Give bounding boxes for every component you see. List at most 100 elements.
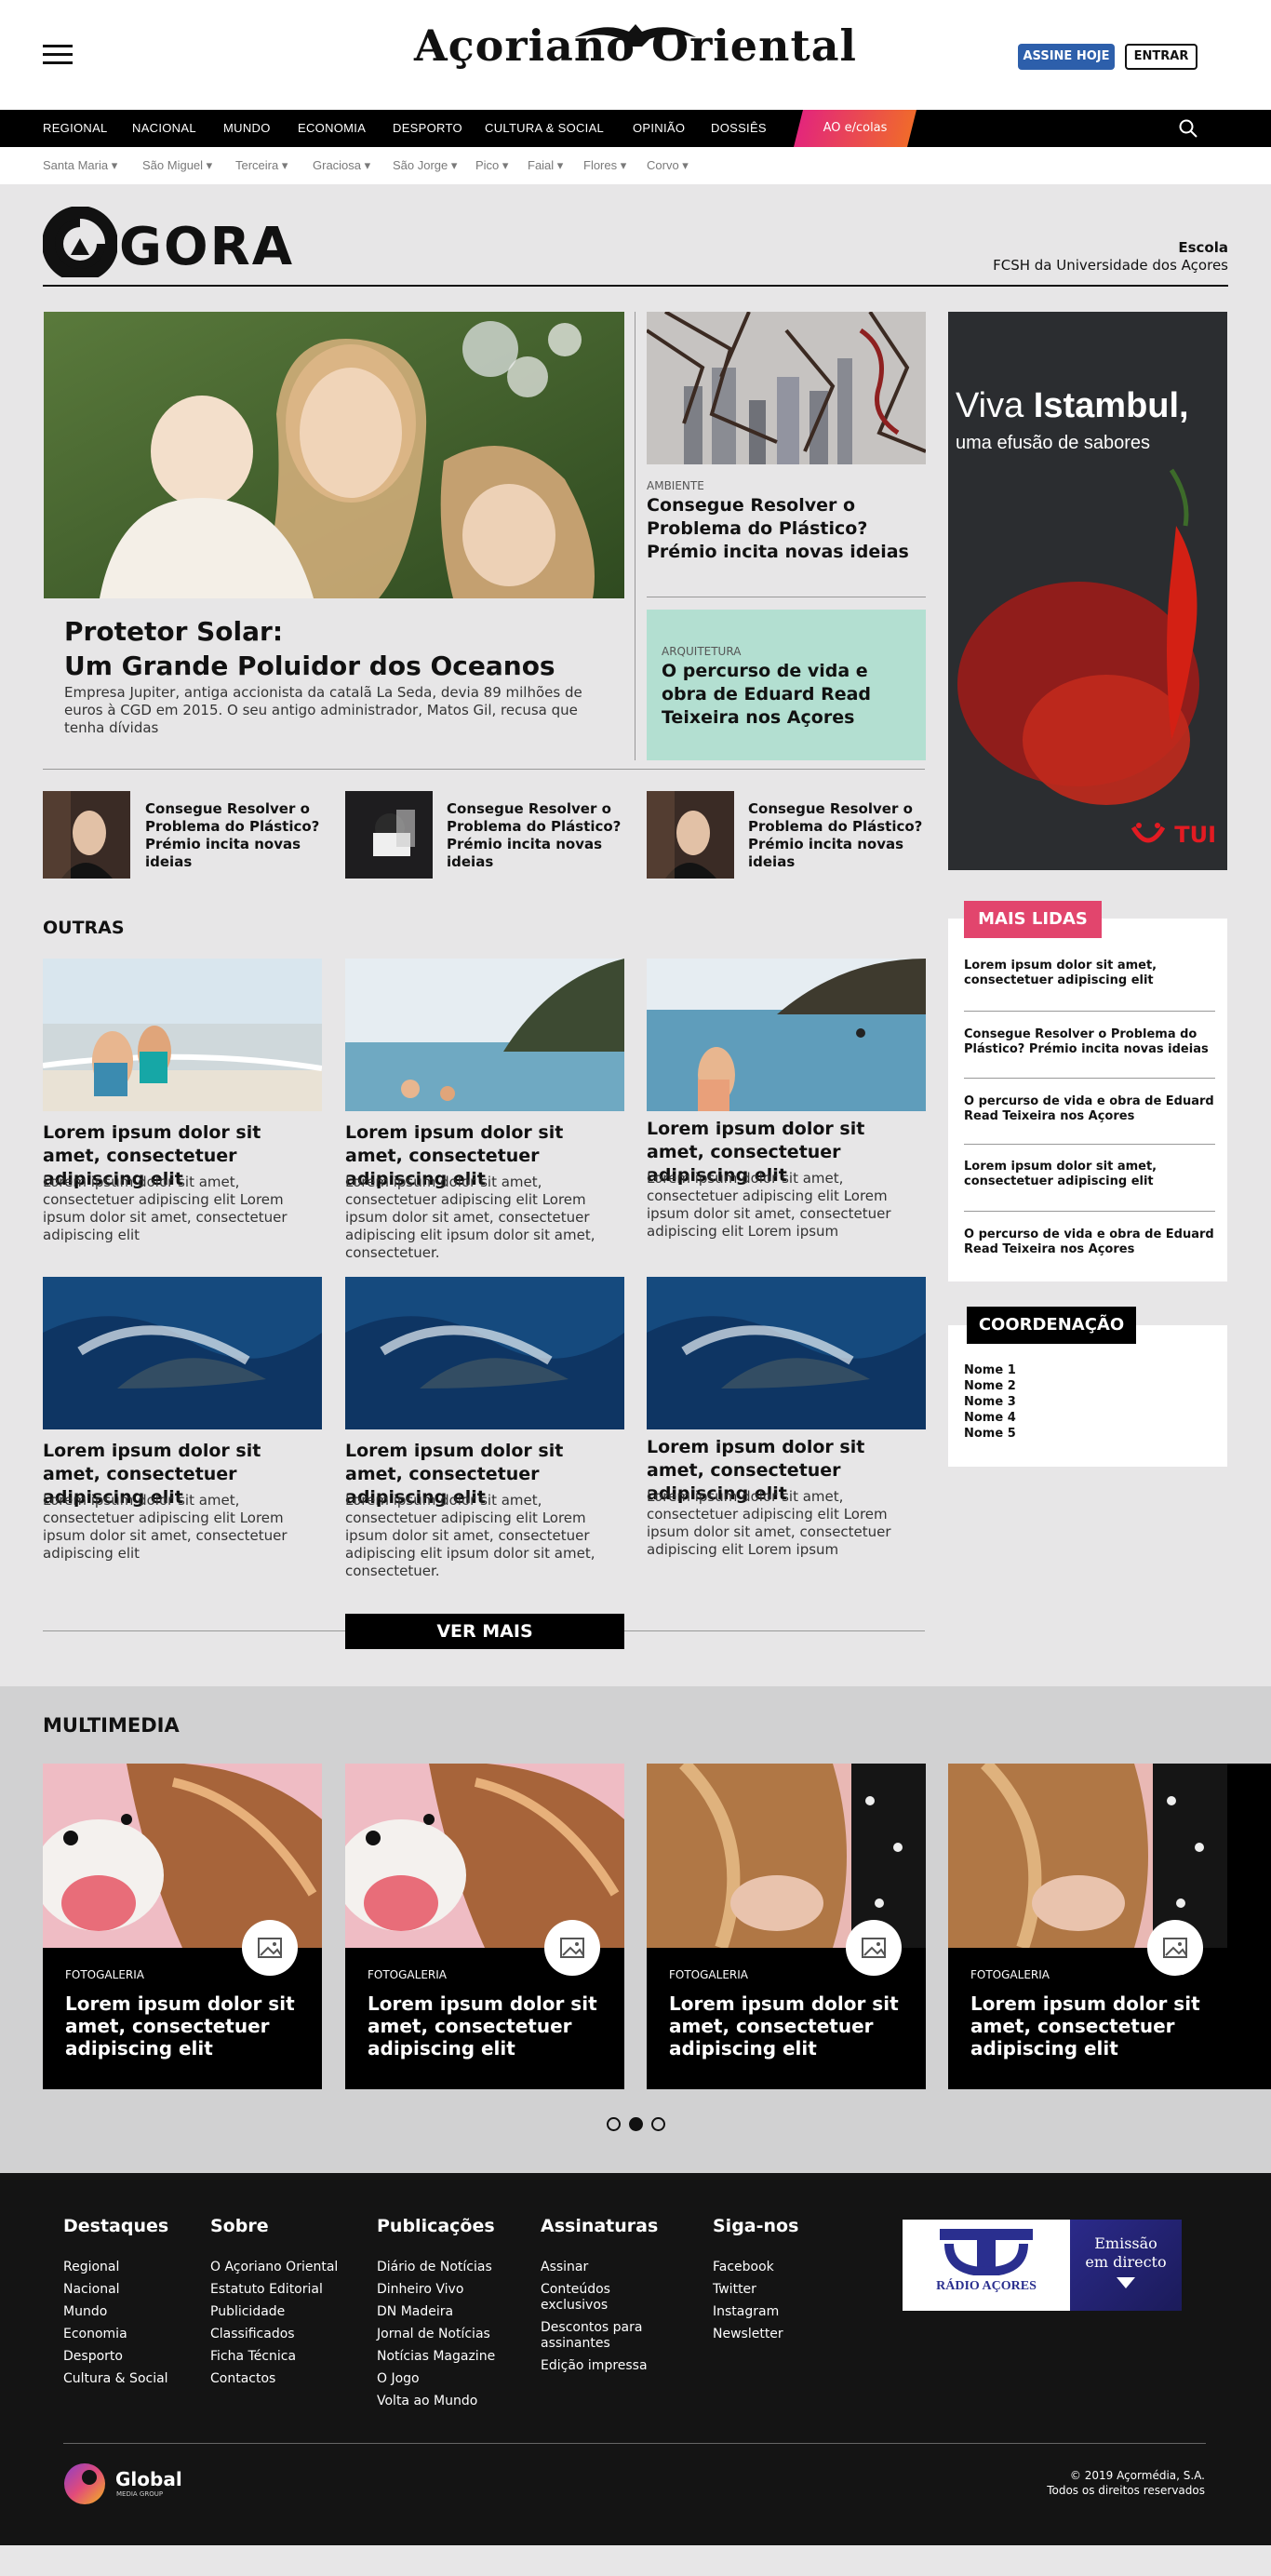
- login-button[interactable]: ENTRAR: [1125, 44, 1197, 70]
- live-broadcast-button[interactable]: Emissão em directo: [1070, 2220, 1182, 2311]
- nav-item-opiniao[interactable]: OPINIÃO: [633, 110, 685, 147]
- subnav-item-faial[interactable]: Faial ▾: [528, 147, 563, 184]
- arquitetura-card[interactable]: ARQUITETURA O percurso de vida e obra de…: [647, 610, 926, 760]
- subnav-item-sao-jorge[interactable]: São Jorge ▾: [393, 147, 457, 184]
- gallery-icon[interactable]: [846, 1920, 902, 1976]
- thumb-title[interactable]: Consegue Resolver o Problema do Plástico…: [447, 800, 623, 871]
- article-image[interactable]: [647, 959, 926, 1111]
- multimedia-card-title[interactable]: Lorem ipsum dolor sit amet, consectetuer…: [65, 1992, 307, 2059]
- subnav-item-graciosa[interactable]: Graciosa ▾: [313, 147, 370, 184]
- nav-item-cultura-social[interactable]: CULTURA & SOCIAL: [485, 110, 604, 147]
- footer-link[interactable]: Notícias Magazine: [377, 2349, 495, 2365]
- subnav-item-pico[interactable]: Pico ▾: [475, 147, 508, 184]
- multimedia-card[interactable]: FOTOGALERIA Lorem ipsum dolor sit amet, …: [345, 1764, 624, 2089]
- article-image[interactable]: [43, 1277, 322, 1429]
- footer-link[interactable]: Jornal de Notícias: [377, 2327, 490, 2342]
- footer-link[interactable]: Volta ao Mundo: [377, 2394, 477, 2409]
- footer-link[interactable]: Instagram: [713, 2304, 779, 2320]
- carousel-dot[interactable]: [651, 2117, 665, 2131]
- article-image[interactable]: [647, 1277, 926, 1429]
- article-image[interactable]: [345, 959, 624, 1111]
- ambiente-image[interactable]: [647, 312, 926, 464]
- thumb-title[interactable]: Consegue Resolver o Problema do Plástico…: [145, 800, 322, 871]
- mais-lidas-item[interactable]: Consegue Resolver o Problema do Plástico…: [964, 1027, 1215, 1057]
- nav-item-dossies[interactable]: DOSSIÊS: [711, 110, 767, 147]
- global-logo-text: Global: [115, 2468, 182, 2490]
- thumb-image[interactable]: [43, 791, 130, 879]
- footer-link[interactable]: Twitter: [713, 2282, 756, 2298]
- footer-link[interactable]: Assinar: [541, 2260, 662, 2275]
- carousel-dot[interactable]: [607, 2117, 621, 2131]
- footer-link[interactable]: Newsletter: [713, 2327, 783, 2342]
- mais-lidas-item[interactable]: Lorem ipsum dolor sit amet, consectetuer…: [964, 959, 1215, 988]
- ad-subline: uma efusão de sabores: [956, 433, 1151, 453]
- article-image[interactable]: [43, 959, 322, 1111]
- global-logo-icon: [64, 2463, 105, 2504]
- hero-divider: [43, 769, 925, 770]
- multimedia-card[interactable]: FOTOGALERIA Lorem ipsum dolor sit amet, …: [948, 1764, 1227, 2089]
- subscribe-button[interactable]: ASSINE HOJE: [1018, 44, 1115, 70]
- multimedia-card[interactable]: FOTOGALERIA Lorem ipsum dolor sit amet, …: [647, 1764, 926, 2089]
- footer-link[interactable]: Dinheiro Vivo: [377, 2282, 463, 2298]
- nav-item-economia[interactable]: ECONOMIA: [298, 110, 366, 147]
- multimedia-card-title[interactable]: Lorem ipsum dolor sit amet, consectetuer…: [970, 1992, 1212, 2059]
- subnav-item-corvo[interactable]: Corvo ▾: [647, 147, 689, 184]
- ad-banner[interactable]: Viva Istambul, uma efusão de sabores TUI: [948, 312, 1227, 870]
- footer-link[interactable]: Regional: [63, 2260, 119, 2275]
- footer-link[interactable]: Nacional: [63, 2282, 120, 2298]
- footer-link[interactable]: Ficha Técnica: [210, 2349, 296, 2365]
- gallery-icon[interactable]: [1147, 1920, 1203, 1976]
- footer-column-title: Siga-nos: [713, 2216, 799, 2236]
- multimedia-card-title[interactable]: Lorem ipsum dolor sit amet, consectetuer…: [669, 1992, 911, 2059]
- nav-item-regional[interactable]: REGIONAL: [43, 110, 108, 147]
- article-description: Lorem ipsum dolor sit amet, consectetuer…: [345, 1174, 595, 1261]
- footer-link[interactable]: Estatuto Editorial: [210, 2282, 323, 2298]
- footer-link[interactable]: Descontos para assinantes: [541, 2320, 643, 2352]
- hero-image[interactable]: [44, 312, 624, 598]
- footer-link[interactable]: Classificados: [210, 2327, 295, 2342]
- footer-link[interactable]: Edição impressa: [541, 2358, 662, 2374]
- article-image[interactable]: [345, 1277, 624, 1429]
- footer-link[interactable]: Cultura & Social: [63, 2371, 168, 2387]
- story-title[interactable]: Consegue Resolver o Problema do Plástico…: [647, 494, 926, 564]
- agora-logo[interactable]: GORA: [43, 207, 322, 277]
- footer-link[interactable]: Mundo: [63, 2304, 107, 2320]
- nav-item-escolas[interactable]: AO e/colas: [794, 110, 916, 147]
- thumb-image[interactable]: [647, 791, 734, 879]
- nav-item-mundo[interactable]: MUNDO: [223, 110, 271, 147]
- search-icon[interactable]: [1179, 119, 1197, 138]
- footer-link[interactable]: Publicidade: [210, 2304, 285, 2320]
- hero-title[interactable]: Protetor Solar: Um Grande Poluidor dos O…: [64, 614, 585, 683]
- thumb-image[interactable]: [345, 791, 433, 879]
- subnav-item-sao-miguel[interactable]: São Miguel ▾: [142, 147, 212, 184]
- multimedia-card[interactable]: FOTOGALERIA Lorem ipsum dolor sit amet, …: [43, 1764, 322, 2089]
- subnav-item-flores[interactable]: Flores ▾: [583, 147, 626, 184]
- footer-link[interactable]: Conteúdos exclusivos: [541, 2282, 643, 2314]
- footer-link[interactable]: Economia: [63, 2327, 127, 2342]
- coordenacao-name: Nome 5: [964, 1427, 1016, 1441]
- nav-item-desporto[interactable]: DESPORTO: [393, 110, 462, 147]
- mais-lidas-item[interactable]: O percurso de vida e obra de Eduard Read…: [964, 1228, 1215, 1257]
- story-title[interactable]: O percurso de vida e obra de Eduard Read…: [662, 660, 918, 730]
- footer-link[interactable]: Contactos: [210, 2371, 275, 2387]
- radio-acores-banner[interactable]: RÁDIO AÇORES Emissão em directo: [903, 2220, 1182, 2311]
- mais-lidas-item[interactable]: O percurso de vida e obra de Eduard Read…: [964, 1094, 1215, 1124]
- footer-link[interactable]: O Jogo: [377, 2371, 420, 2387]
- footer-link[interactable]: Diário de Notícias: [377, 2260, 492, 2275]
- mais-lidas-item[interactable]: Lorem ipsum dolor sit amet, consectetuer…: [964, 1160, 1215, 1189]
- carousel-dot-active[interactable]: [629, 2117, 643, 2131]
- footer-link[interactable]: Desporto: [63, 2349, 123, 2365]
- footer-link[interactable]: Facebook: [713, 2260, 774, 2275]
- nav-item-nacional[interactable]: NACIONAL: [132, 110, 196, 147]
- multimedia-title: MULTIMEDIA: [43, 1714, 180, 1737]
- footer-link[interactable]: O Açoriano Oriental: [210, 2260, 338, 2275]
- global-media-logo[interactable]: Global MEDIA GROUP: [63, 2461, 212, 2507]
- subnav-item-santa-maria[interactable]: Santa Maria ▾: [43, 147, 117, 184]
- subnav-item-terceira[interactable]: Terceira ▾: [235, 147, 288, 184]
- gallery-icon[interactable]: [242, 1920, 298, 1976]
- thumb-title[interactable]: Consegue Resolver o Problema do Plástico…: [748, 800, 925, 871]
- gallery-icon[interactable]: [544, 1920, 600, 1976]
- multimedia-card-title[interactable]: Lorem ipsum dolor sit amet, consectetuer…: [368, 1992, 609, 2059]
- ver-mais-button[interactable]: VER MAIS: [345, 1614, 624, 1649]
- footer-link[interactable]: DN Madeira: [377, 2304, 453, 2320]
